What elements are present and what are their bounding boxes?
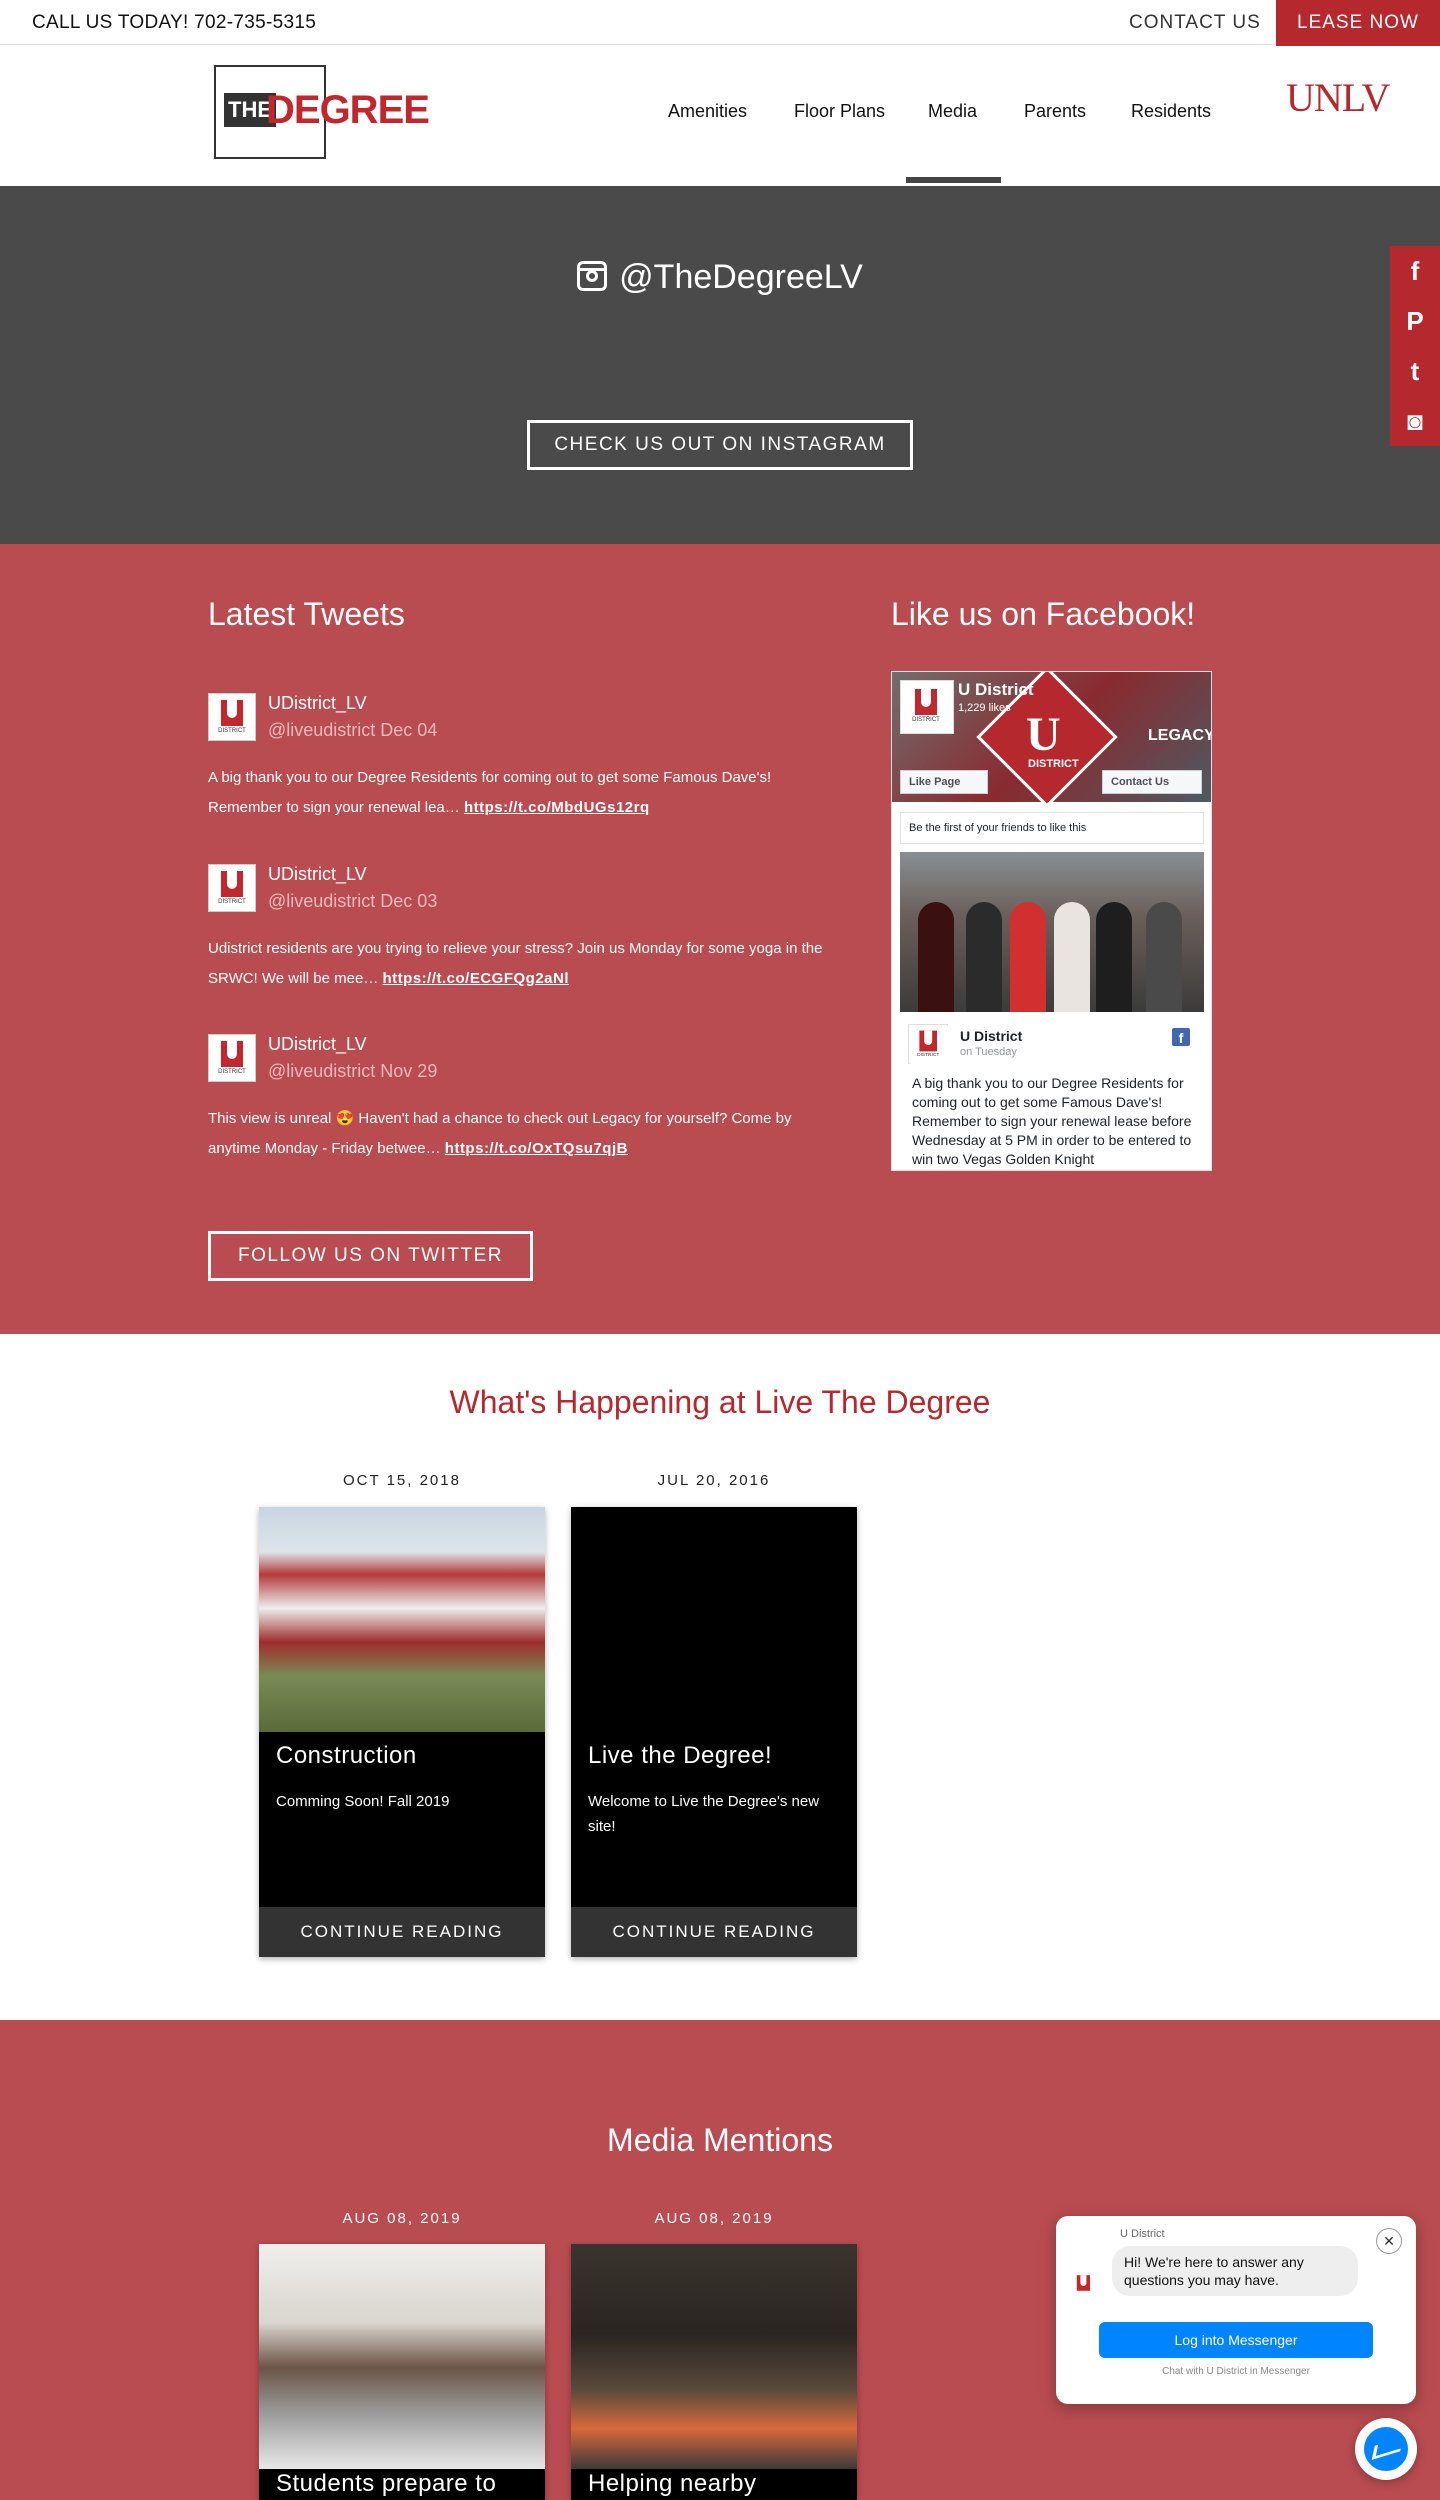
post-time[interactable]: on Tuesday xyxy=(960,1046,1017,1058)
tweet-text: A big thank you to our Degree Residents … xyxy=(208,769,772,816)
continue-reading-button[interactable]: CONTINUE READING xyxy=(259,1907,545,1957)
continue-reading-button[interactable]: CONTINUE READING xyxy=(571,1907,857,1957)
friends-like-text: Be the first of your friends to like thi… xyxy=(900,812,1204,844)
tweets-section: Latest Tweets Like us on Facebook! DISTR… xyxy=(0,544,1440,1334)
tweet-item: DISTRICT UDistrict_LV @liveudistrict Dec… xyxy=(208,693,828,823)
facebook-page-avatar[interactable]: DISTRICT xyxy=(900,680,954,734)
tweet-author[interactable]: UDistrict_LV xyxy=(268,693,367,714)
nav-residents[interactable]: Residents xyxy=(1131,101,1211,122)
media-card-title[interactable]: Helping nearby xyxy=(588,2470,756,2498)
messenger-popup: U District Hi! We're here to answer any … xyxy=(1056,2216,1416,2404)
tweet-link[interactable]: https://t.co/MbdUGs12rq xyxy=(464,799,650,816)
twitter-icon[interactable]: t xyxy=(1390,346,1440,396)
tweet-avatar[interactable]: DISTRICT xyxy=(208,693,256,741)
tweet-item: DISTRICT UDistrict_LV @liveudistrict Dec… xyxy=(208,864,828,994)
instagram-icon[interactable]: ◙ xyxy=(1390,396,1440,446)
tweet-text: Udistrict residents are you trying to re… xyxy=(208,940,823,987)
facebook-logo-icon: f xyxy=(1172,1028,1190,1046)
post-date: OCT 15, 2018 xyxy=(343,1472,461,1489)
facebook-likes: 1,229 likes xyxy=(958,702,1011,714)
messenger-avatar xyxy=(1069,2271,1099,2301)
post-title[interactable]: Live the Degree! xyxy=(588,1742,772,1770)
happening-title: What's Happening at Live The Degree xyxy=(449,1384,991,1420)
nav-floor-plans[interactable]: Floor Plans xyxy=(794,101,885,122)
happening-section: What's Happening at Live The Degree OCT … xyxy=(0,1334,1440,2020)
instagram-button[interactable]: CHECK US OUT ON INSTAGRAM xyxy=(527,420,913,470)
post-excerpt: Comming Soon! Fall 2019 xyxy=(276,1793,450,1810)
top-utility-bar: CALL US TODAY! 702-735-5315 CONTACT US L… xyxy=(0,0,1440,46)
tweet-handle: @liveudistrict Dec 04 xyxy=(268,720,438,740)
post-card[interactable]: Live the Degree! Welcome to Live the Deg… xyxy=(571,1507,857,1957)
instagram-icon xyxy=(577,261,608,291)
messenger-footer[interactable]: Chat with U District in Messenger xyxy=(1056,2366,1416,2377)
facebook-widget: U DISTRICT LEGACY DISTRICT U District 1,… xyxy=(891,671,1212,1171)
nav-parents[interactable]: Parents xyxy=(1024,101,1086,122)
contact-us-button[interactable]: Contact Us xyxy=(1102,770,1202,794)
post-image[interactable] xyxy=(571,1507,857,1732)
tweet-avatar[interactable]: DISTRICT xyxy=(208,864,256,912)
media-card[interactable]: Helping nearby xyxy=(571,2244,857,2500)
lounge-image[interactable] xyxy=(571,2244,857,2469)
main-header: THE DEGREE Amenities Floor Plans Media P… xyxy=(0,46,1440,186)
media-date: AUG 08, 2019 xyxy=(342,2210,462,2227)
tweet-handle: @liveudistrict Nov 29 xyxy=(268,1061,438,1081)
tweet-link[interactable]: https://t.co/OxTQsu7qjB xyxy=(445,1140,628,1157)
cover-brand: U xyxy=(1026,708,1061,761)
instagram-handle[interactable]: @TheDegreeLV xyxy=(619,258,863,296)
nav-active-indicator xyxy=(906,177,1001,183)
cover-sub: DISTRICT xyxy=(1028,758,1079,770)
tweet-handle: @liveudistrict Dec 03 xyxy=(268,891,438,911)
messenger-from: U District xyxy=(1120,2228,1165,2240)
cover-legacy: LEGACY xyxy=(1148,727,1212,744)
construction-image[interactable] xyxy=(259,1507,545,1732)
contact-us-link[interactable]: CONTACT US xyxy=(1129,12,1261,34)
tweet-author[interactable]: UDistrict_LV xyxy=(268,1034,367,1055)
follow-twitter-button[interactable]: FOLLOW US ON TWITTER xyxy=(208,1231,533,1281)
post-avatar[interactable]: DISTRICT xyxy=(908,1024,949,1065)
tweets-title: Latest Tweets xyxy=(208,596,405,632)
facebook-page-name[interactable]: U District xyxy=(958,680,1034,700)
tweet-link[interactable]: https://t.co/ECGFQg2aNl xyxy=(383,970,570,987)
messenger-greeting: Hi! We're here to answer any questions y… xyxy=(1112,2246,1358,2296)
facebook-icon[interactable]: f xyxy=(1390,246,1440,296)
phone-number[interactable]: CALL US TODAY! 702-735-5315 xyxy=(32,12,316,34)
post-title[interactable]: Construction xyxy=(276,1742,417,1770)
close-icon[interactable]: ✕ xyxy=(1376,2228,1402,2254)
media-date: AUG 08, 2019 xyxy=(654,2210,774,2227)
tweet-author[interactable]: UDistrict_LV xyxy=(268,864,367,885)
lease-now-button[interactable]: LEASE NOW xyxy=(1276,0,1440,46)
messenger-login-button[interactable]: Log into Messenger xyxy=(1099,2322,1373,2358)
nav-media[interactable]: Media xyxy=(928,101,977,122)
post-text: A big thank you to our Degree Residents … xyxy=(912,1075,1192,1167)
media-card[interactable]: Students prepare to xyxy=(259,2244,545,2500)
post-photo[interactable] xyxy=(900,852,1204,1012)
instagram-section: @TheDegreeLV CHECK US OUT ON INSTAGRAM xyxy=(0,186,1440,544)
instagram-handle-row: @TheDegreeLV xyxy=(0,258,1440,297)
tweet-text: This view is unreal 😍 Haven't had a chan… xyxy=(208,1110,792,1157)
post-card[interactable]: Construction Comming Soon! Fall 2019 CON… xyxy=(259,1507,545,1957)
facebook-title: Like us on Facebook! xyxy=(891,596,1196,632)
post-date: JUL 20, 2016 xyxy=(657,1472,771,1489)
media-title: Media Mentions xyxy=(607,2122,833,2158)
post-author[interactable]: U District xyxy=(960,1028,1022,1044)
like-page-button[interactable]: Like Page xyxy=(900,770,988,794)
messenger-chat-icon[interactable] xyxy=(1355,2418,1417,2480)
logo-degree: DEGREE xyxy=(266,88,430,132)
media-card-title[interactable]: Students prepare to xyxy=(276,2470,496,2498)
pinterest-icon[interactable]: P xyxy=(1390,296,1440,346)
tweet-avatar[interactable]: DISTRICT xyxy=(208,1034,256,1082)
social-sidebar: f P t ◙ xyxy=(1390,246,1440,446)
site-logo[interactable]: THE DEGREE xyxy=(214,65,430,159)
unlv-logo[interactable]: UNLV xyxy=(1286,74,1390,121)
nav-amenities[interactable]: Amenities xyxy=(668,101,747,122)
post-excerpt: Welcome to Live the Degree's new site! xyxy=(588,1793,820,1835)
tweet-item: DISTRICT UDistrict_LV @liveudistrict Nov… xyxy=(208,1034,828,1164)
apartment-interior-image[interactable] xyxy=(259,2244,545,2469)
